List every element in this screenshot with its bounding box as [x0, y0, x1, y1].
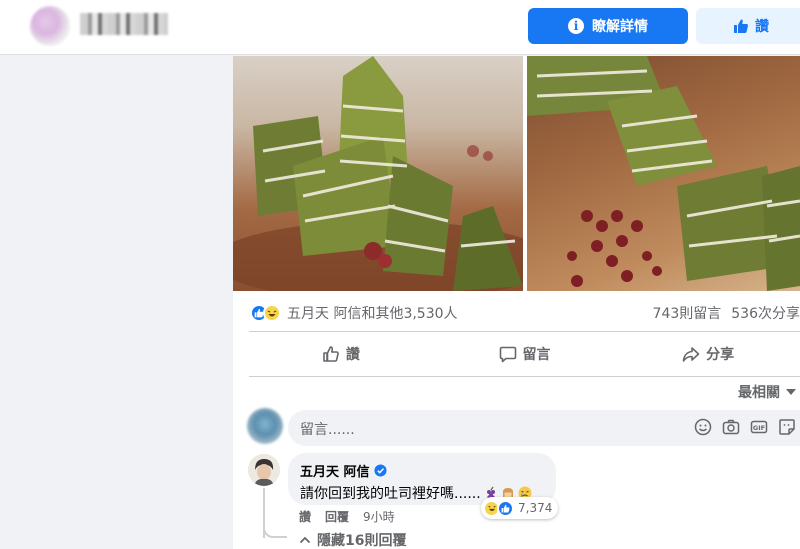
- divider: [249, 331, 800, 332]
- comment-like-link[interactable]: 讚: [299, 508, 311, 525]
- share-label: 分享: [706, 347, 735, 363]
- emoji-icon[interactable]: [694, 418, 712, 436]
- reaction-summary-text[interactable]: 五月天 阿信和其他3,530人: [287, 303, 458, 323]
- comment-button[interactable]: 留言: [433, 336, 617, 372]
- thumbs-up-outline-icon: [323, 346, 339, 362]
- composer-tools: GIF: [694, 418, 796, 436]
- comment-author[interactable]: 五月天 阿信: [300, 461, 544, 480]
- comment-reaction-count: 7,374: [518, 501, 553, 515]
- share-button[interactable]: 分享: [616, 336, 800, 372]
- zongzi-illustration-1: [233, 56, 523, 291]
- hide-replies-label: 隱藏16則回覆: [317, 533, 407, 549]
- svg-text:GIF: GIF: [753, 424, 765, 432]
- commenter-avatar[interactable]: [248, 454, 280, 486]
- engagement-counts: 743則留言 536次分享: [653, 303, 800, 323]
- comment-input[interactable]: 留言...... GIF: [288, 410, 800, 446]
- post-actions: 讚 留言 分享: [249, 336, 800, 372]
- reaction-icons: [250, 304, 281, 322]
- comment-actions: 讚 回覆 9小時: [299, 508, 395, 525]
- like-reaction-icon: [497, 499, 514, 517]
- like-label: 讚: [345, 347, 360, 363]
- learn-more-button[interactable]: i 瞭解詳情: [528, 8, 688, 44]
- comment-text: 請你回到我的吐司裡好嗎......: [300, 486, 481, 502]
- like-button[interactable]: 讚: [249, 336, 433, 372]
- page-name-blurred[interactable]: [80, 13, 168, 35]
- post-card: 五月天 阿信和其他3,530人 743則留言 536次分享 讚 留言 分享 最相…: [233, 56, 800, 549]
- gif-icon[interactable]: GIF: [750, 418, 768, 436]
- learn-more-label: 瞭解詳情: [592, 19, 648, 35]
- like-page-label: 讚: [755, 19, 769, 35]
- like-page-button[interactable]: 讚: [696, 8, 800, 44]
- info-icon: i: [568, 18, 584, 34]
- share-arrow-icon: [682, 347, 700, 362]
- shares-count[interactable]: 536次分享: [731, 303, 800, 323]
- verified-badge-icon: [373, 464, 387, 477]
- page-avatar[interactable]: [30, 6, 70, 46]
- comment-author-name[interactable]: 五月天 阿信: [300, 461, 370, 480]
- page-header: i 瞭解詳情 讚: [0, 0, 800, 55]
- comment-sort-dropdown[interactable]: 最相關: [738, 382, 796, 402]
- reactions-summary[interactable]: 五月天 阿信和其他3,530人: [250, 303, 458, 323]
- hide-replies-toggle[interactable]: 隱藏16則回覆: [299, 530, 406, 549]
- left-column: [0, 56, 233, 549]
- haha-reaction-icon: [263, 304, 281, 322]
- caret-down-icon: [786, 389, 796, 395]
- zongzi-illustration-2: [527, 56, 800, 291]
- post-photo-zongzi-1[interactable]: [233, 56, 523, 291]
- comment-timestamp[interactable]: 9小時: [363, 508, 395, 525]
- commenter-portrait-icon: [248, 454, 280, 486]
- comment-label: 留言: [522, 347, 551, 363]
- comment-input-placeholder: 留言......: [300, 422, 355, 438]
- comment-reply-link[interactable]: 回覆: [325, 508, 349, 525]
- user-avatar[interactable]: [247, 408, 283, 444]
- comments-count[interactable]: 743則留言: [653, 303, 722, 323]
- thumbs-up-icon: [734, 19, 748, 33]
- camera-icon[interactable]: [722, 418, 740, 436]
- reply-thread-branch: [263, 522, 287, 538]
- chevron-up-icon: [299, 536, 311, 544]
- comment-reactions[interactable]: 7,374: [481, 497, 559, 519]
- sort-label: 最相關: [738, 385, 780, 401]
- post-photo-zongzi-2[interactable]: [527, 56, 800, 291]
- divider: [249, 376, 800, 377]
- comment-icon: [499, 346, 516, 363]
- sticker-icon[interactable]: [778, 418, 796, 436]
